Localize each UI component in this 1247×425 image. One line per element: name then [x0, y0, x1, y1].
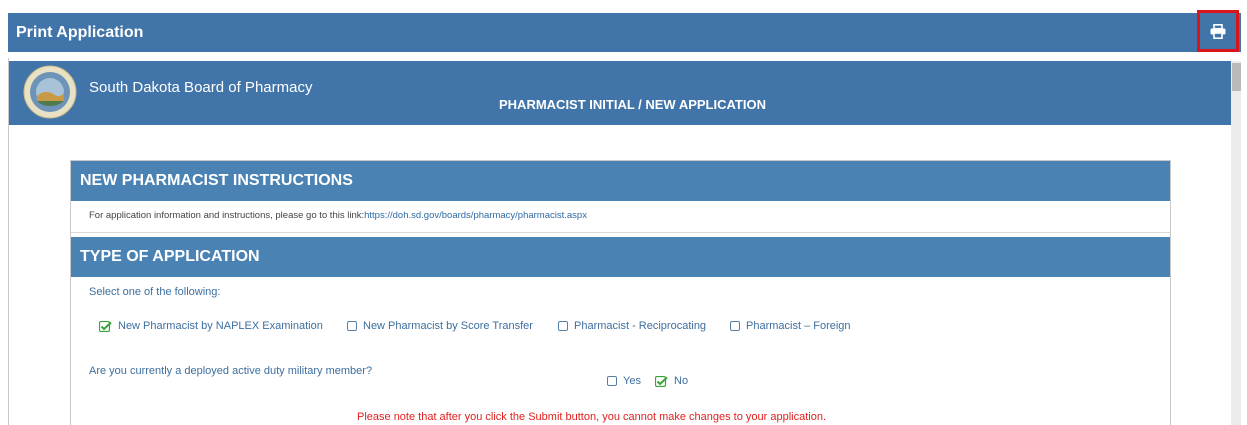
option-score-transfer[interactable]: New Pharmacist by Score Transfer [347, 320, 533, 332]
instructions-label: For application information and instruct… [89, 210, 365, 221]
option-label: No [674, 375, 689, 387]
vertical-scrollbar[interactable] [1231, 61, 1241, 425]
print-button[interactable] [1197, 10, 1239, 52]
option-foreign[interactable]: Pharmacist – Foreign [730, 320, 851, 332]
board-header: South Dakota Board of Pharmacy PHARMACIS… [9, 61, 1231, 125]
type-of-application-section-header: TYPE OF APPLICATION [71, 237, 1170, 277]
checkbox[interactable] [558, 321, 568, 331]
scrollbar-thumb[interactable] [1232, 63, 1241, 91]
type-of-application-title: TYPE OF APPLICATION [80, 248, 260, 265]
option-reciprocating[interactable]: Pharmacist - Reciprocating [558, 320, 706, 332]
application-title: PHARMACIST INITIAL / NEW APPLICATION [499, 97, 766, 112]
print-application-bar: Print Application [8, 13, 1241, 52]
application-viewer: South Dakota Board of Pharmacy PHARMACIS… [8, 58, 1241, 425]
instructions-header-title: NEW PHARMACIST INSTRUCTIONS [80, 172, 353, 189]
instructions-link[interactable]: https://doh.sd.gov/boards/pharmacy/pharm… [364, 210, 587, 221]
printer-icon [1210, 23, 1226, 39]
submit-warning-note: Please note that after you click the Sub… [357, 411, 827, 423]
option-naplex-examination[interactable]: New Pharmacist by NAPLEX Examination [99, 320, 323, 332]
military-question: Are you currently a deployed active duty… [89, 365, 373, 377]
checkbox[interactable] [730, 321, 740, 331]
checkbox[interactable] [347, 321, 357, 331]
state-seal-icon [23, 65, 77, 119]
military-option-yes[interactable]: Yes [607, 375, 641, 387]
option-label: Yes [623, 375, 641, 387]
checked-checkbox-icon[interactable] [655, 375, 668, 387]
select-prompt: Select one of the following: [89, 286, 221, 298]
window-title: Print Application [16, 24, 144, 41]
instructions-section-header: NEW PHARMACIST INSTRUCTIONS [71, 161, 1170, 201]
option-label: Pharmacist – Foreign [746, 320, 851, 332]
option-label: New Pharmacist by Score Transfer [363, 320, 533, 332]
instructions-text: For application information and instruct… [89, 210, 587, 221]
option-label: New Pharmacist by NAPLEX Examination [118, 320, 323, 332]
application-form-card: NEW PHARMACIST INSTRUCTIONS For applicat… [70, 160, 1171, 425]
checked-checkbox-icon[interactable] [99, 320, 112, 332]
option-label: Pharmacist - Reciprocating [574, 320, 707, 332]
board-name: South Dakota Board of Pharmacy [89, 79, 313, 96]
military-option-no[interactable]: No [655, 375, 688, 387]
divider [71, 232, 1170, 233]
checkbox[interactable] [607, 376, 617, 386]
